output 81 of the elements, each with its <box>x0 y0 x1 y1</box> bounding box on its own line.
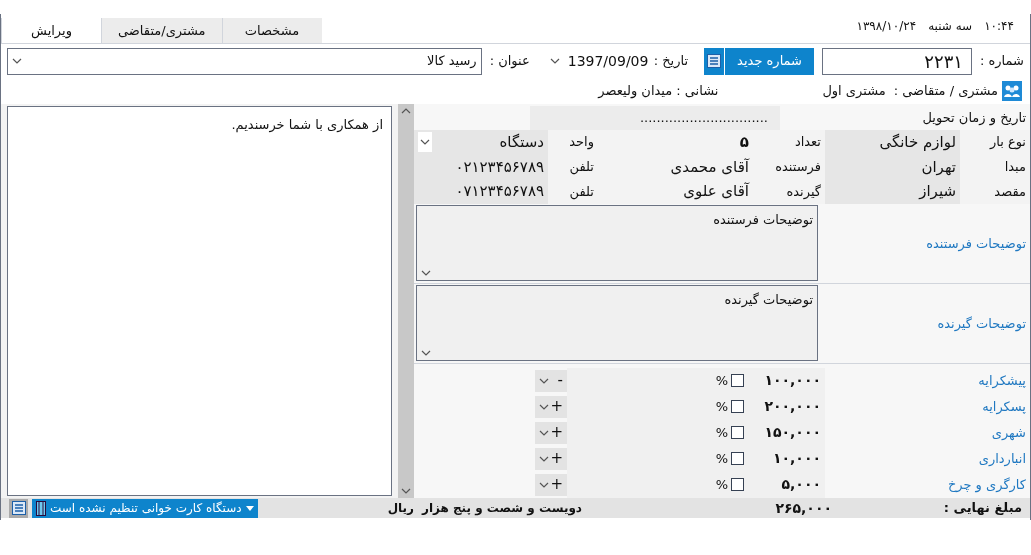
fee-amount: ۱۰,۰۰۰ <box>771 449 821 469</box>
field-value: آقای محمدی <box>670 156 749 178</box>
total-amount: ۲۶۵,۰۰۰ <box>774 498 832 518</box>
field-label: گیرنده <box>786 182 821 202</box>
fee-amount: ۲۰۰,۰۰۰ <box>763 397 821 417</box>
percent-sign: % <box>715 398 728 417</box>
percent-sign: % <box>715 450 728 469</box>
weekday: سه شنبه <box>928 18 973 35</box>
sign-value: + <box>550 477 563 493</box>
customer-label: مشتری / متقاضی : <box>893 82 998 101</box>
field-label: نوع بار <box>989 133 1026 152</box>
notes-textarea[interactable]: از همکاری با شما خرسندیم. <box>7 106 392 496</box>
date-label: تاریخ : <box>653 52 689 71</box>
notes-textarea[interactable]: توضیحات گیرنده <box>416 285 818 362</box>
title-dropdown[interactable]: رسید کالا <box>7 47 482 75</box>
dropdown-arrow-icon <box>245 505 254 511</box>
field-label: تلفن <box>569 158 594 177</box>
field-label: فرستنده <box>775 158 821 177</box>
checkbox[interactable] <box>731 478 744 492</box>
scroll-down-icon <box>421 270 431 277</box>
checkbox[interactable] <box>731 426 744 440</box>
scroll-down-icon <box>421 350 431 357</box>
field-label: واحد <box>569 133 594 152</box>
sign-value: + <box>550 399 563 415</box>
tab[interactable]: مشخصات <box>221 18 322 43</box>
checkbox[interactable] <box>731 452 744 466</box>
field-value: تهران <box>921 156 956 178</box>
card-reader-dropdown[interactable]: دستگاه کارت خوانی تنظیم نشده است <box>32 498 258 518</box>
tab[interactable]: مشتری/متقاضی <box>101 18 222 43</box>
sign-value: - <box>557 373 563 389</box>
clock-time: ۱۰:۴۴ <box>984 18 1014 35</box>
delivery-field[interactable]: ............................... <box>530 106 780 130</box>
current-date: ۱۳۹۸/۱۰/۲۴ <box>856 18 917 35</box>
field-label: تعداد <box>794 133 821 152</box>
percent-sign: % <box>715 476 728 495</box>
card-reader-icon <box>36 500 46 516</box>
total-in-words: دویست و شصت و پنج هزار <box>421 500 582 517</box>
fee-amount: ۱۵۰,۰۰۰ <box>763 423 821 443</box>
sign-value: + <box>550 451 563 467</box>
notes-label: توضیحات فرستنده <box>926 235 1026 251</box>
quantity-value: ۵ <box>739 131 749 153</box>
sign-value: + <box>550 425 563 441</box>
fee-amount: ۱۰۰,۰۰۰ <box>763 371 821 391</box>
fee-label: انبارداری <box>978 450 1026 469</box>
notes-label: توضیحات گیرنده <box>937 315 1026 331</box>
checkbox[interactable] <box>731 400 744 414</box>
percent-sign: % <box>715 372 728 391</box>
fee-amount: ۵,۰۰۰ <box>780 475 821 495</box>
settings-list-icon <box>707 54 722 68</box>
customer-name: مشتری اول <box>822 82 886 101</box>
fee-label: پسکرایه <box>982 398 1026 417</box>
field-value: ۰۷۱۲۳۴۵۶۷۸۹ <box>455 181 544 203</box>
currency: ریال <box>387 500 414 517</box>
address-label: نشانی : <box>676 82 719 101</box>
delivery-label: تاریخ و زمان تحویل <box>922 110 1026 126</box>
field-value: لوازم خانگی <box>879 131 956 153</box>
settings-button[interactable] <box>9 498 28 518</box>
new-number-button[interactable]: شماره جدید <box>725 47 814 75</box>
total-label: مبلغ نهایی : <box>942 499 1022 518</box>
number-label: شماره : <box>980 52 1024 71</box>
notes-textarea[interactable]: توضیحات فرستنده <box>416 205 818 282</box>
field-label: مقصد <box>994 182 1026 201</box>
field-value: آقای علوی <box>683 181 749 203</box>
fee-label: کارگری و چرخ <box>947 476 1026 495</box>
field-label: تلفن <box>569 182 594 202</box>
fee-label: پیشکرایه <box>978 372 1026 391</box>
title-label: عنوان : <box>489 52 530 71</box>
options-button[interactable] <box>704 47 725 75</box>
field-value: شیراز <box>919 181 956 203</box>
field-label: مبدا <box>1004 158 1026 177</box>
scroll-up-icon <box>401 108 411 114</box>
address-value: میدان ولیعصر <box>598 82 673 101</box>
checkbox[interactable] <box>731 374 744 388</box>
percent-sign: % <box>715 424 728 443</box>
scroll-down-icon <box>401 488 411 494</box>
number-field[interactable]: ۲۲۳۱ <box>822 47 972 75</box>
scrollbar[interactable] <box>398 104 414 498</box>
fee-label: شهری <box>991 424 1026 443</box>
settings-list-icon <box>11 501 26 515</box>
people-icon <box>1002 81 1022 101</box>
field-value: ۰۲۱۲۳۴۵۶۷۸۹ <box>455 156 544 178</box>
